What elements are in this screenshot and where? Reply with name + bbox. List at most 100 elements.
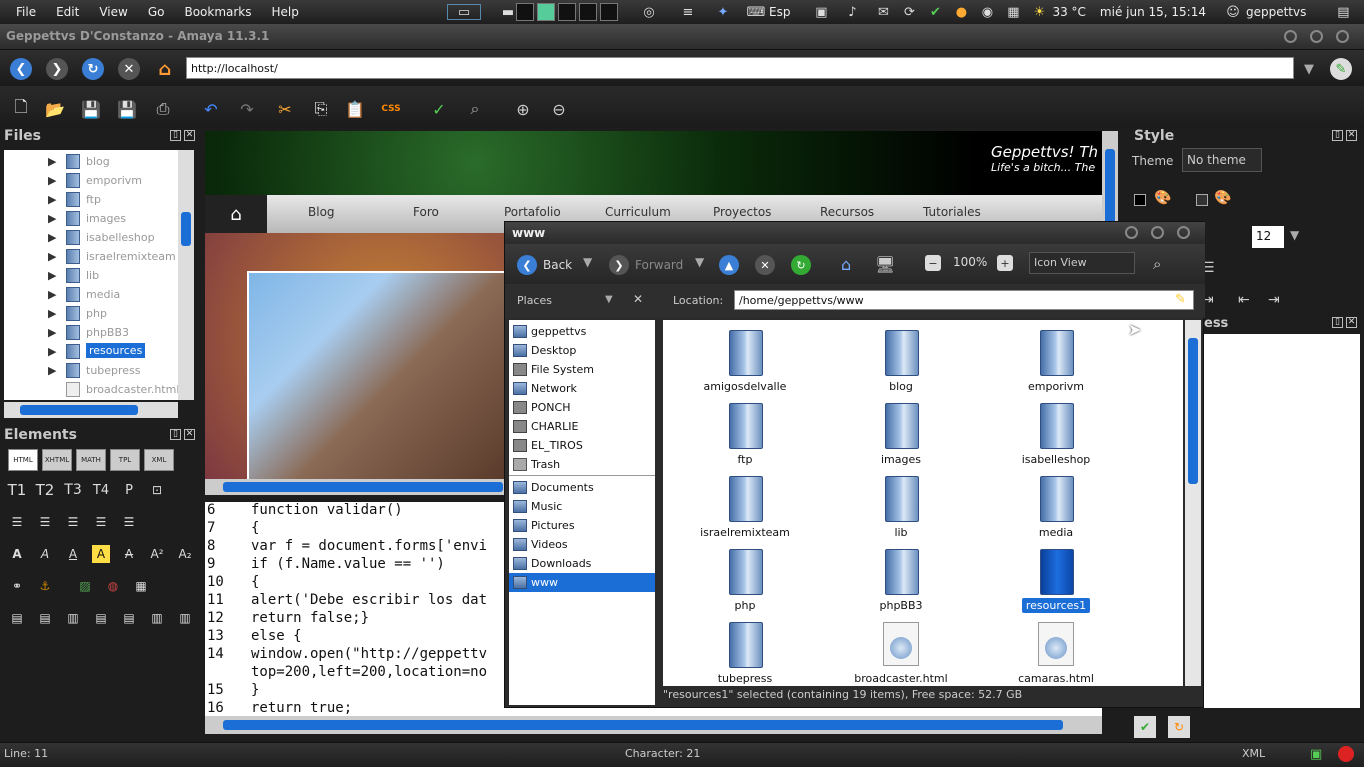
redo-icon[interactable]: ↷ [236,98,258,120]
elements-close-icon[interactable]: ✕ [184,429,195,440]
fm-vscroll-thumb[interactable] [1188,338,1198,484]
url-dropdown-icon[interactable]: ▼ [1298,58,1320,80]
fm-home-icon[interactable]: ⌂ [841,255,851,274]
menu-help[interactable]: Help [272,5,299,19]
tree-item[interactable]: ▶ lib [4,266,178,285]
files-vscroll[interactable] [178,150,194,400]
minimize-button[interactable] [1284,30,1297,43]
files-hscroll[interactable] [4,402,178,418]
place-item[interactable]: PONCH [509,398,655,417]
table-delete-icon[interactable]: ▥ [148,609,166,627]
file-item[interactable]: media [978,470,1134,540]
place-item[interactable]: CHARLIE [509,417,655,436]
menu-view[interactable]: View [99,5,127,19]
annotate-icon[interactable]: ✎ [1330,58,1352,80]
paste-icon[interactable]: 📋 [344,98,366,120]
stop-icon[interactable]: ✕ [118,58,140,80]
fg-color-swatch[interactable] [1134,194,1146,206]
image-icon[interactable]: ▨ [76,577,94,595]
subscript-icon[interactable]: A₂ [176,545,194,563]
print-icon[interactable]: ⎙ [152,98,174,120]
network-icon[interactable]: ▦ [1005,4,1021,20]
list-numbered-icon[interactable]: ☰ [36,513,54,531]
fm-places-dropdown-icon[interactable]: ▼ [605,294,613,305]
fm-search-icon[interactable]: ⌕ [1153,255,1161,273]
superscript-icon[interactable]: A² [148,545,166,563]
fm-location-input[interactable] [734,290,1194,310]
nav-recursos[interactable]: Recursos [820,205,874,219]
save-icon[interactable]: 💾 [80,98,102,120]
fm-forward-dropdown-icon[interactable]: ▼ [695,255,704,269]
outdent-icon[interactable]: ⇤ [1238,292,1250,308]
menu-list-icon[interactable]: ≡ [680,4,696,20]
tab-html[interactable]: HTML [8,449,38,471]
undo-icon[interactable]: ↶ [200,98,222,120]
file-item[interactable]: isabelleshop [978,397,1134,467]
fm-minimize-button[interactable] [1125,226,1138,239]
window-switcher-icon[interactable]: ▭ [447,4,481,20]
bold-icon[interactable]: A [8,545,26,563]
network-status-icon[interactable]: ◎ [641,4,657,20]
style-close-icon[interactable]: ✕ [1346,130,1357,141]
tree-item[interactable]: ▶ blog [4,152,178,171]
list-item-icon[interactable]: ☰ [120,513,138,531]
expand-icon[interactable]: ▶ [48,269,56,282]
bg-color-swatch[interactable] [1196,194,1208,206]
update-icon[interactable]: ⟳ [901,4,917,20]
table-insert-icon[interactable]: ▥ [176,609,194,627]
expand-icon[interactable]: ▶ [48,193,56,206]
fm-zoom-in-button[interactable]: + [997,255,1019,271]
file-item[interactable]: blog [823,324,979,394]
place-item[interactable]: Desktop [509,341,655,360]
forward-icon[interactable]: ❯ [46,58,68,80]
list-bullet-icon[interactable]: ☰ [8,513,26,531]
fm-maximize-button[interactable] [1151,226,1164,239]
fm-computer-icon[interactable]: 🖥 [875,255,895,274]
nav-foro[interactable]: Foro [413,205,439,219]
place-item[interactable]: Pictures [509,516,655,535]
workspace-1[interactable] [516,3,534,21]
fm-stop-button[interactable]: ✕ [755,255,781,275]
file-item[interactable]: ftp [667,397,823,467]
table-split-icon[interactable]: ▤ [120,609,138,627]
fm-back-dropdown-icon[interactable]: ▼ [583,255,592,269]
heading2-icon[interactable]: T2 [36,481,55,499]
home-icon[interactable]: ⌂ [154,58,176,80]
session-icon[interactable]: ▤ [1335,4,1351,20]
font-size-dropdown-icon[interactable]: ▼ [1290,228,1299,242]
expand-icon[interactable]: ▶ [48,288,56,301]
underline-icon[interactable]: A [64,545,82,563]
check-icon[interactable]: ✔ [927,4,943,20]
place-item-selected[interactable]: www [509,573,655,592]
table-icon[interactable]: ▦ [132,577,150,595]
workspace-4[interactable] [579,3,597,21]
nav-tutoriales[interactable]: Tutoriales [923,205,981,219]
files-detach-icon[interactable]: ▯ [170,130,181,141]
wifi-icon[interactable]: ◉ [979,4,995,20]
file-item[interactable]: tubepress [667,616,823,686]
find-icon[interactable]: ⌕ [464,98,486,120]
nav-curriculum[interactable]: Curriculum [605,205,671,219]
style-detach-icon[interactable]: ▯ [1332,130,1343,141]
volume-icon[interactable]: ♪ [844,4,860,20]
new-document-icon[interactable]: 🗋 [10,97,32,120]
highlight-icon[interactable]: A [92,545,110,563]
spacing-icon[interactable]: ⇥ [1268,292,1280,308]
nav-proyectos[interactable]: Proyectos [713,205,771,219]
attr-close-icon[interactable]: ✕ [1346,317,1357,328]
file-item[interactable]: amigosdelvalle [667,324,823,394]
heading3-icon[interactable]: T3 [64,481,82,499]
file-item[interactable]: lib [823,470,979,540]
place-item[interactable]: Music [509,497,655,516]
anchor-icon[interactable]: ⚓ [36,577,54,595]
tree-item[interactable]: ▶ phpBB3 [4,323,178,342]
fg-palette-icon[interactable]: 🎨 [1154,190,1176,210]
fm-view-select[interactable]: Icon View [1029,252,1135,274]
reload-icon[interactable]: ↻ [82,58,104,80]
fm-up-button[interactable]: ▲ [719,255,745,275]
menu-go[interactable]: Go [148,5,165,19]
expand-icon[interactable]: ▶ [48,364,56,377]
expand-icon[interactable]: ▶ [48,345,56,358]
bg-palette-icon[interactable]: 🎨 [1214,190,1236,210]
temperature[interactable]: 33 °C [1052,5,1085,19]
